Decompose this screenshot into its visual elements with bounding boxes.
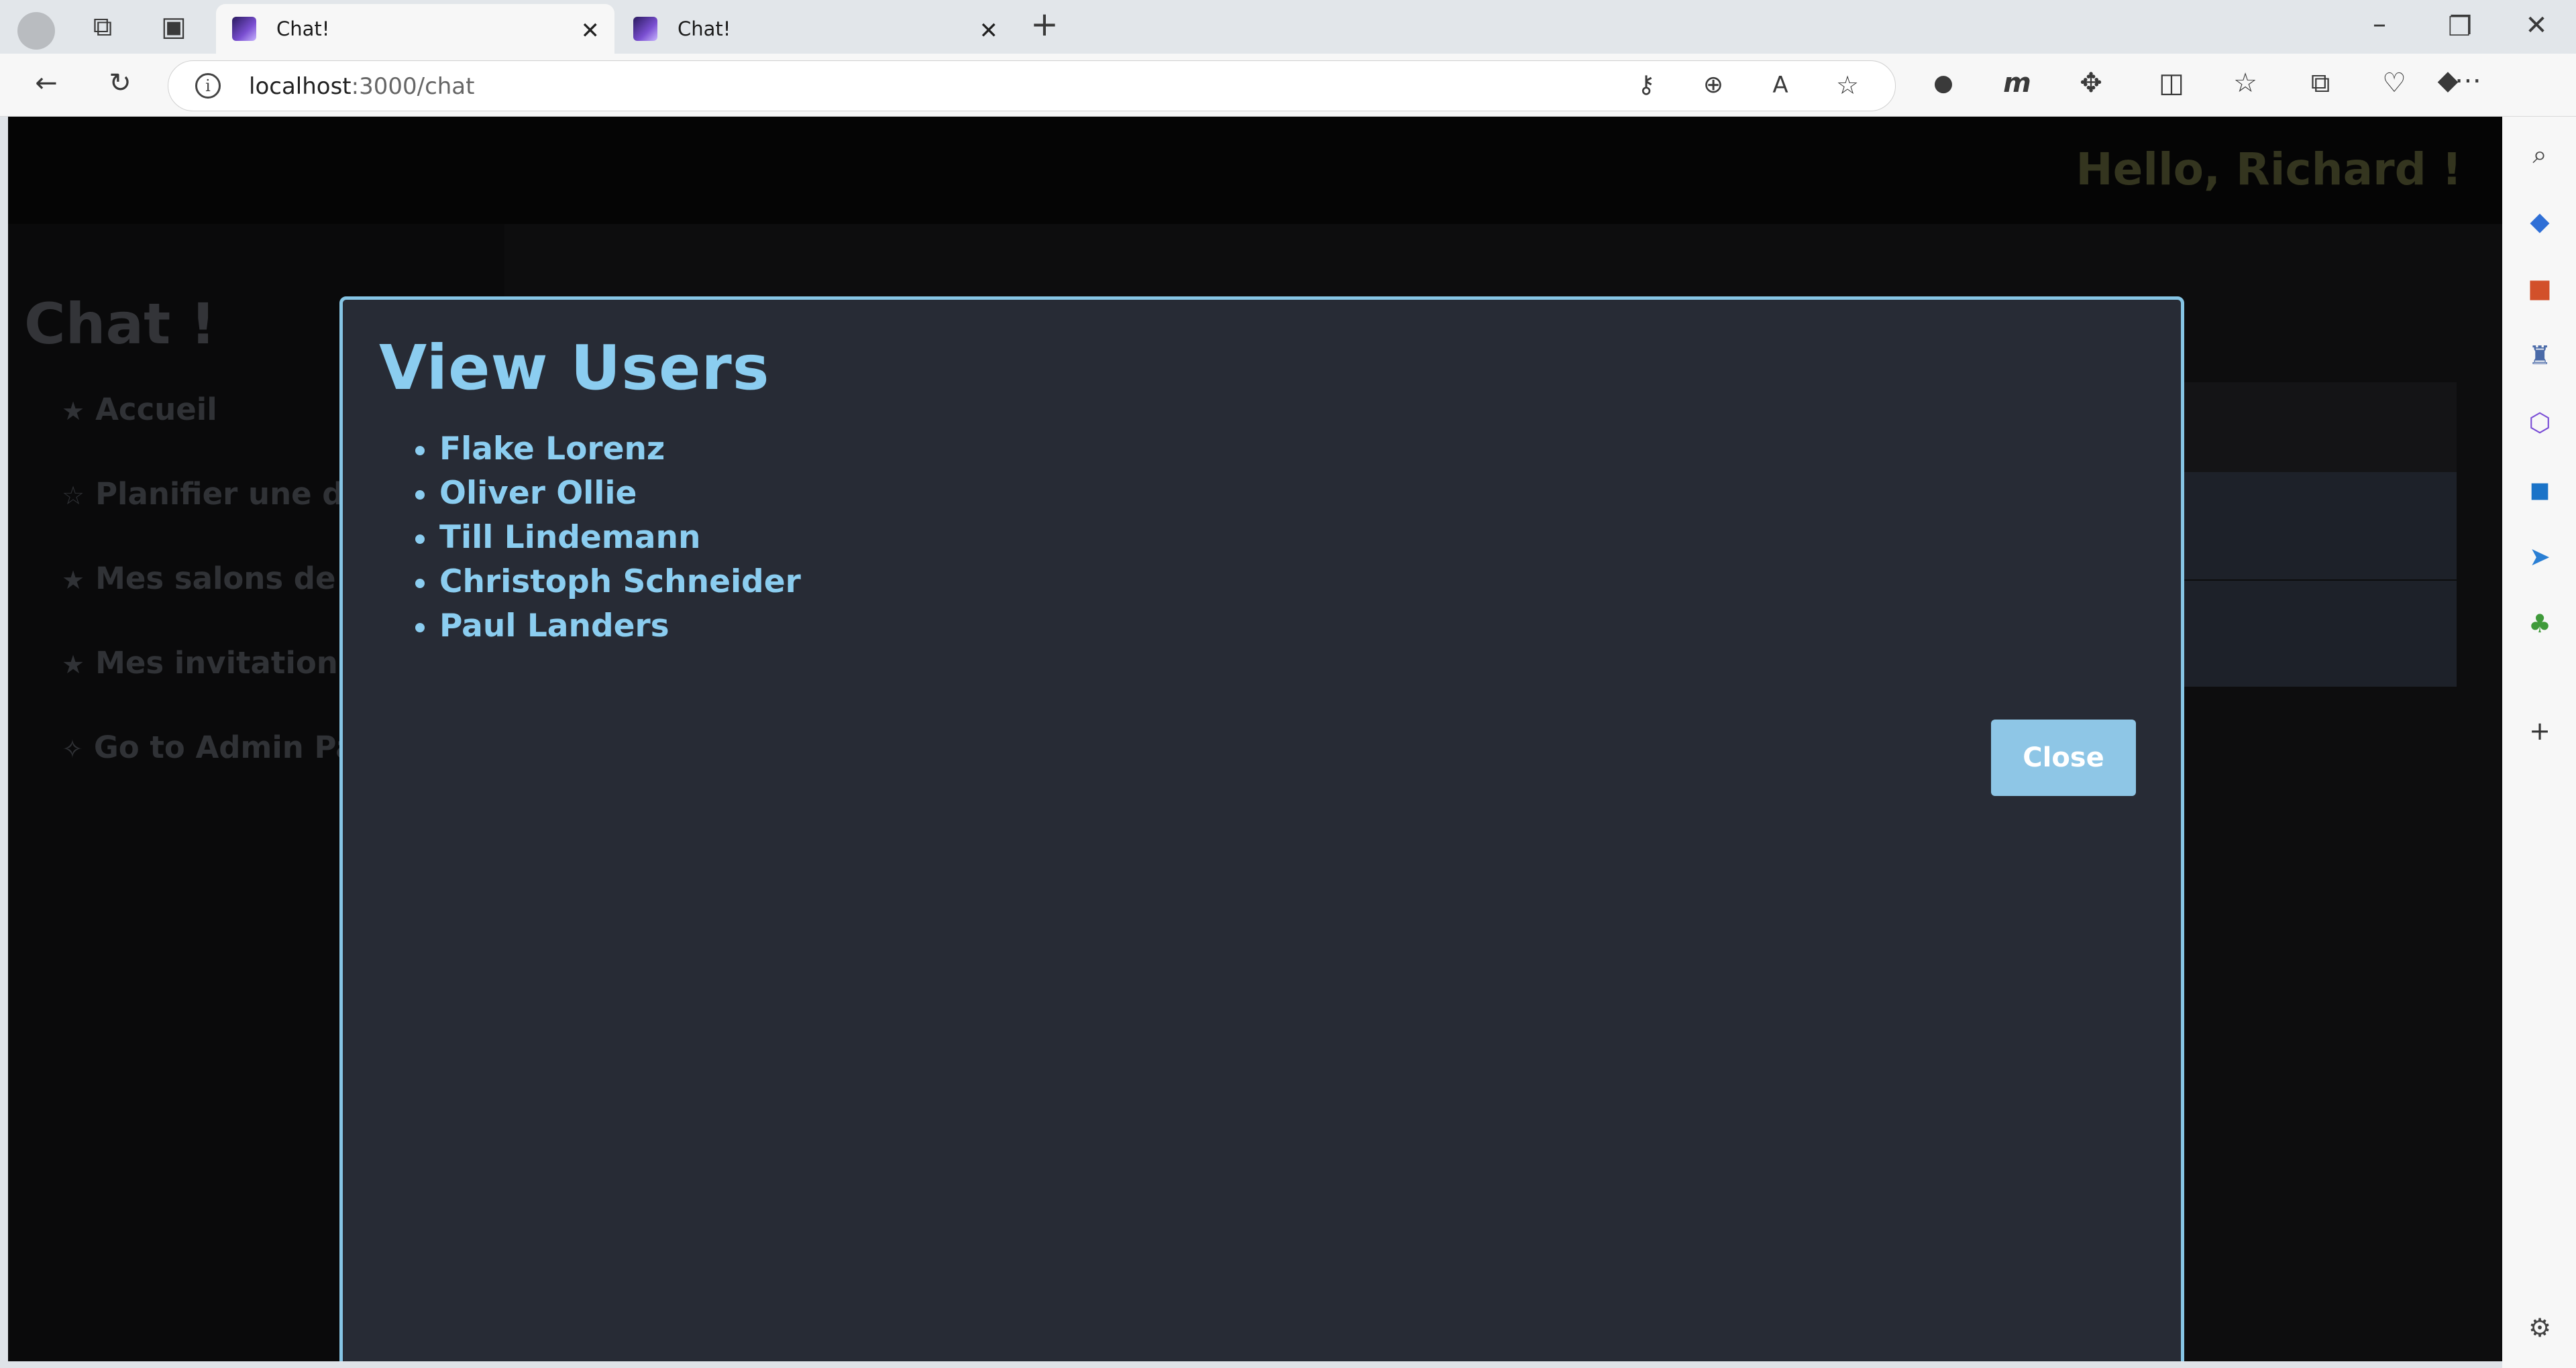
nav-label: Mes salons de d	[95, 561, 368, 596]
microsoft365-icon[interactable]: ⬡	[2522, 405, 2557, 440]
nav-item-invitations[interactable]: ★ Mes invitations	[62, 645, 356, 681]
tab-favicon-icon	[232, 17, 256, 41]
chat-list-item[interactable]	[2168, 472, 2457, 579]
restore-icon[interactable]: ❐	[2442, 13, 2478, 40]
browser-sidebar: ⌕ ◆ ■ ♜ ⬡ ◼ ➤ ♣ + ⚙	[2502, 117, 2576, 1368]
modal-title: View Users	[379, 332, 770, 404]
split-screen-icon[interactable]: ◫	[2153, 70, 2190, 97]
favorites-icon[interactable]: ☆	[2227, 70, 2263, 97]
nav-item-admin[interactable]: ✧ Go to Admin Pag	[62, 730, 378, 765]
view-users-modal: View Users Flake Lorenz Oliver Ollie Til…	[339, 296, 2184, 1361]
extensions-icon[interactable]: ✥	[2073, 70, 2109, 97]
web-page: Hello, Richard ! Chat ! ★ Accueil ☆ Planif…	[8, 117, 2502, 1361]
collections-icon[interactable]: ⧉	[2302, 70, 2339, 97]
url-path: :3000/chat	[351, 73, 475, 100]
browser-tab-bar: ⧉ ▣ Chat! ✕ Chat! ✕ + – ❐ ✕	[0, 0, 2576, 54]
url-host: localhost	[249, 73, 352, 100]
close-button[interactable]: Close	[1991, 720, 2136, 796]
new-tab-icon[interactable]: +	[1026, 7, 1063, 41]
star-icon: ★	[62, 565, 85, 595]
address-bar[interactable]: i localhost:3000/chat ⚷ ⊕ A ☆	[168, 60, 1896, 111]
url-text: localhost:3000/chat	[249, 73, 474, 100]
workspaces-icon[interactable]: ⧉	[85, 13, 121, 40]
chat-panel-header	[2168, 382, 2457, 472]
user-list-item: Christoph Schneider	[415, 560, 801, 604]
nav-label: Accueil	[95, 392, 217, 427]
nav-item-planifier[interactable]: ☆ Planifier une dis	[62, 476, 372, 512]
close-window-icon[interactable]: ✕	[2518, 12, 2555, 39]
tab-chat-active[interactable]: Chat! ✕	[216, 4, 614, 54]
tab-chat[interactable]: Chat! ✕	[617, 4, 1013, 54]
tab-title: Chat!	[678, 17, 731, 40]
outlook-icon[interactable]: ◼	[2522, 472, 2557, 507]
search-icon[interactable]: ⌕	[2522, 137, 2557, 172]
tab-favicon-icon	[633, 17, 657, 41]
app-title: Chat !	[24, 291, 216, 357]
send-icon[interactable]: ➤	[2522, 539, 2557, 574]
refresh-icon[interactable]: ↻	[102, 70, 138, 97]
tree-icon[interactable]: ♣	[2522, 606, 2557, 641]
nav-label: Go to Admin Pag	[93, 730, 378, 765]
profile-avatar-icon[interactable]	[17, 12, 55, 50]
read-aloud-icon[interactable]: A	[1762, 72, 1799, 99]
favorite-star-icon[interactable]: ☆	[1829, 72, 1866, 99]
sparkle-icon: ✧	[62, 734, 83, 764]
user-list-item: Paul Landers	[415, 604, 801, 648]
star-outline-icon: ☆	[62, 481, 85, 510]
close-tab-icon[interactable]: ✕	[979, 17, 999, 44]
nav-item-salons[interactable]: ★ Mes salons de d	[62, 561, 368, 596]
close-tab-icon[interactable]: ✕	[581, 17, 600, 44]
tab-title: Chat!	[276, 17, 330, 40]
games-icon[interactable]: ♜	[2522, 338, 2557, 373]
nav-item-accueil[interactable]: ★ Accueil	[62, 392, 217, 427]
user-list: Flake Lorenz Oliver Ollie Till Lindemann…	[415, 427, 801, 648]
nav-label: Mes invitations	[95, 645, 356, 681]
back-icon[interactable]: ←	[28, 70, 64, 97]
star-icon: ★	[62, 650, 85, 679]
settings-gear-icon[interactable]: ⚙	[2522, 1310, 2557, 1345]
zoom-icon[interactable]: ⊕	[1695, 72, 1731, 99]
vertical-tabs-icon[interactable]: ▣	[156, 13, 192, 40]
add-sidebar-app-icon[interactable]: +	[2522, 714, 2557, 748]
greeting-text: Hello, Richard !	[2076, 144, 2462, 195]
key-icon[interactable]: ⚷	[1628, 72, 1664, 99]
user-list-item: Flake Lorenz	[415, 427, 801, 471]
site-info-icon[interactable]: i	[195, 73, 221, 99]
star-icon: ★	[62, 396, 85, 426]
more-options-icon[interactable]: ⋯	[2450, 67, 2486, 94]
user-list-item: Till Lindemann	[415, 516, 801, 560]
tools-icon[interactable]: ■	[2522, 271, 2557, 306]
user-list-item: Oliver Ollie	[415, 471, 801, 516]
adblock-icon[interactable]: ●	[1925, 70, 1962, 97]
shopping-tag-icon[interactable]: ◆	[2522, 204, 2557, 239]
chat-list-item[interactable]	[2168, 581, 2457, 687]
browser-essentials-icon[interactable]: ♡	[2376, 70, 2412, 97]
extension-m-icon[interactable]: m	[1999, 70, 2035, 97]
nav-label: Planifier une dis	[95, 476, 372, 512]
minimize-icon[interactable]: –	[2361, 11, 2398, 38]
page-header: Hello, Richard !	[8, 117, 2502, 224]
